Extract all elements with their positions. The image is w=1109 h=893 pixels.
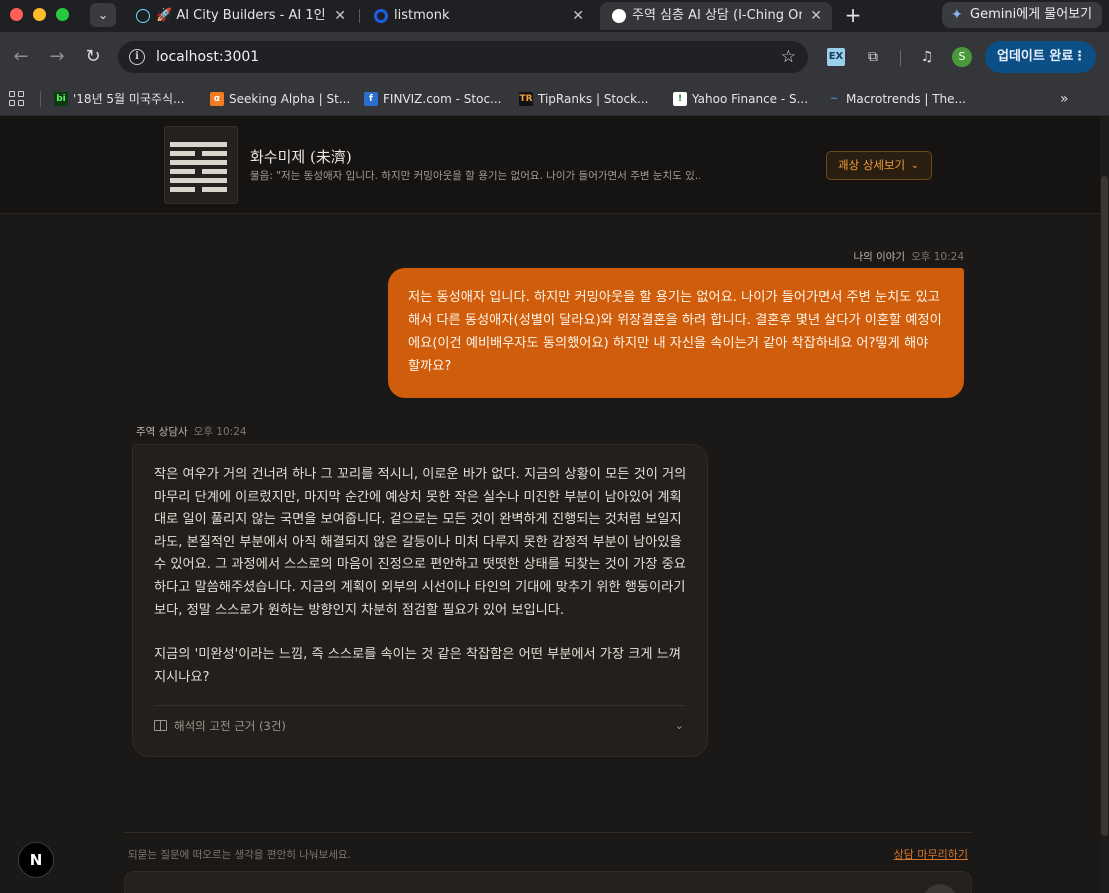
close-icon[interactable]: ✕ xyxy=(334,2,346,30)
scrollbar-thumb[interactable] xyxy=(1101,176,1108,836)
url-text[interactable]: localhost:3001 xyxy=(156,41,259,73)
classical-sources-toggle[interactable]: 해석의 고전 근거 (3건) ⌄ xyxy=(154,713,686,739)
apps-grid-icon[interactable] xyxy=(9,91,25,107)
user-message-time: 오후 10:24 xyxy=(911,251,964,263)
gemini-ask-button[interactable]: ✦ Gemini에게 물어보기 xyxy=(942,2,1102,28)
sources-label: 해석의 고전 근거 (3건) xyxy=(174,719,286,733)
chevron-down-icon: ⌄ xyxy=(674,719,684,732)
extension-ex-icon[interactable]: EX xyxy=(827,48,845,66)
site-info-icon[interactable]: i xyxy=(129,49,145,65)
window-close-button[interactable] xyxy=(10,8,23,21)
hexagram-line xyxy=(170,187,227,192)
bookmark-item[interactable]: ! Yahoo Finance - S... xyxy=(673,82,808,116)
ai-message-bubble: 작은 여우가 거의 건너려 하나 그 꼬리를 적시니, 이로운 바가 없다. 지… xyxy=(132,444,708,757)
page-scrollbar[interactable] xyxy=(1100,116,1109,893)
bookmark-favicon-icon: f xyxy=(364,92,378,106)
tab-ai-city-builders[interactable]: 🚀 AI City Builders - AI 1인 기업 ✕ xyxy=(124,2,356,30)
send-button[interactable] xyxy=(923,884,957,893)
chevron-down-icon[interactable]: ⌄ xyxy=(90,3,116,27)
bookmark-label: Seeking Alpha | St... xyxy=(229,92,351,106)
close-icon[interactable]: ✕ xyxy=(810,2,822,30)
bookmark-item[interactable]: ~ Macrotrends | The... xyxy=(827,82,966,116)
reload-icon[interactable]: ↻ xyxy=(81,45,105,69)
bookmark-item[interactable]: α Seeking Alpha | St... xyxy=(210,82,350,116)
nextjs-dev-badge[interactable]: N xyxy=(18,842,54,878)
hexagram-header: 화수미제 (未濟) 물음: "저는 동성애자 입니다. 하지만 커밍아웃을 할 … xyxy=(0,116,1100,214)
extensions-puzzle-icon[interactable]: ⧉ xyxy=(863,47,883,67)
user-message-text: 저는 동성애자 입니다. 하지만 커밍아웃을 할 용기는 없어요. 나이가 들어… xyxy=(408,290,942,374)
nextjs-icon xyxy=(612,9,626,23)
listmonk-icon xyxy=(374,9,388,23)
message-input[interactable] xyxy=(124,871,972,893)
bookmarks-bar: bi '18년 5월 미국주식... α Seeking Alpha | St... f… xyxy=(0,82,1109,116)
tab-listmonk[interactable]: listmonk ✕ xyxy=(362,2,594,30)
bookmark-item[interactable]: TR TipRanks | Stock... xyxy=(519,82,648,116)
bookmark-label: TipRanks | Stock... xyxy=(538,92,649,106)
bookmark-favicon-icon: α xyxy=(210,92,224,106)
chevron-down-icon: ⌄ xyxy=(910,160,919,171)
ai-message-time: 오후 10:24 xyxy=(193,426,247,438)
tab-label: 주역 심층 AI 상담 (I-Ching Oracle) xyxy=(632,8,802,23)
hexagram-line xyxy=(170,169,227,174)
tab-label: listmonk xyxy=(394,8,450,23)
book-icon xyxy=(154,720,167,731)
question-preview: 물음: "저는 동성애자 입니다. 하지만 커밍아웃을 할 용기는 없어요. 나… xyxy=(250,170,700,182)
user-sender-label: 나의 이야기 xyxy=(853,251,906,263)
user-message-meta: 나의 이야기 오후 10:24 xyxy=(853,249,964,264)
toolbar-divider xyxy=(900,50,901,66)
input-hint: 되묻는 질문에 떠오르는 생각을 편안히 나눠보세요. xyxy=(128,849,351,861)
ai-paragraph: 지금의 '미완성'이라는 느낌, 즉 스스로를 속이는 것 같은 착잡함은 어떤… xyxy=(154,647,681,685)
bookmarks-overflow-icon[interactable]: » xyxy=(1060,82,1069,116)
hexagram-line xyxy=(170,142,227,147)
hexagram-line xyxy=(170,160,227,165)
window-minimize-button[interactable] xyxy=(33,8,46,21)
hexagram-title: 화수미제 (未濟) xyxy=(250,148,352,166)
ai-paragraph: 작은 여우가 거의 건너려 하나 그 꼬리를 적시니, 이로운 바가 없다. 지… xyxy=(154,467,687,618)
chat-input-area: 되묻는 질문에 떠오르는 생각을 편안히 나눠보세요. 상담 마무리하기 xyxy=(124,832,972,893)
app-page: 화수미제 (未濟) 물음: "저는 동성애자 입니다. 하지만 커밍아웃을 할 … xyxy=(0,116,1109,893)
bookmark-item[interactable]: f FINVIZ.com - Stoc... xyxy=(364,82,502,116)
forward-arrow-icon[interactable]: → xyxy=(45,45,69,69)
ai-message-meta: 주역 상담사 오후 10:24 xyxy=(136,424,247,439)
bookmark-label: '18년 5월 미국주식... xyxy=(73,92,185,106)
bookmark-star-icon[interactable]: ☆ xyxy=(781,41,796,73)
bookmark-label: Yahoo Finance - S... xyxy=(692,92,809,106)
gemini-sparkle-icon: ✦ xyxy=(951,7,963,23)
profile-avatar[interactable]: S xyxy=(952,47,972,67)
update-label: 업데이트 완료 xyxy=(997,49,1074,64)
ai-sender-label: 주역 상담사 xyxy=(136,426,188,438)
detail-button-label: 괘상 상세보기 xyxy=(838,158,906,172)
bookmark-label: Macrotrends | The... xyxy=(846,92,966,106)
hexagram-symbol-icon xyxy=(164,126,238,204)
user-message-bubble: 저는 동성애자 입니다. 하지만 커밍아웃을 할 용기는 없어요. 나이가 들어… xyxy=(388,268,964,398)
bookmark-favicon-icon: ! xyxy=(673,92,687,106)
window-zoom-button[interactable] xyxy=(56,8,69,21)
new-tab-button[interactable]: + xyxy=(843,4,863,26)
bookmark-favicon-icon: TR xyxy=(519,92,533,106)
bookmark-item[interactable]: bi '18년 5월 미국주식... xyxy=(54,82,185,116)
tab-iching-oracle[interactable]: 주역 심층 AI 상담 (I-Ching Oracle) ✕ xyxy=(600,2,832,30)
hexagram-detail-button[interactable]: 괘상 상세보기 ⌄ xyxy=(826,151,932,180)
tab-divider xyxy=(359,9,360,23)
kebab-menu-icon: ⋮ xyxy=(1073,49,1086,64)
bookmark-favicon-icon: bi xyxy=(54,92,68,106)
finish-session-link[interactable]: 상담 마무리하기 xyxy=(894,846,968,862)
ai-message-text: 작은 여우가 거의 건너려 하나 그 꼬리를 적시니, 이로운 바가 없다. 지… xyxy=(154,464,690,689)
hexagram-line xyxy=(170,151,227,156)
react-icon xyxy=(136,9,150,23)
tab-label: 🚀 AI City Builders - AI 1인 기업 xyxy=(156,8,326,23)
bookmarks-divider xyxy=(40,91,41,107)
sources-divider xyxy=(154,705,686,706)
update-button[interactable]: 업데이트 완료 ⋮ xyxy=(985,41,1096,73)
hexagram-line xyxy=(170,178,227,183)
media-control-icon[interactable]: ♫ xyxy=(917,47,937,67)
gemini-label: Gemini에게 물어보기 xyxy=(970,7,1093,22)
bookmark-favicon-icon: ~ xyxy=(827,92,841,106)
address-bar[interactable]: i localhost:3001 ☆ xyxy=(118,41,808,73)
close-icon[interactable]: ✕ xyxy=(572,2,584,30)
bookmark-label: FINVIZ.com - Stoc... xyxy=(383,92,502,106)
browser-toolbar: ← → ↻ i localhost:3001 ☆ EX ⧉ ♫ S 업데이트 완… xyxy=(0,32,1109,82)
back-arrow-icon[interactable]: ← xyxy=(9,45,33,69)
browser-tab-bar: ⌄ 🚀 AI City Builders - AI 1인 기업 ✕ listmo… xyxy=(0,0,1109,32)
